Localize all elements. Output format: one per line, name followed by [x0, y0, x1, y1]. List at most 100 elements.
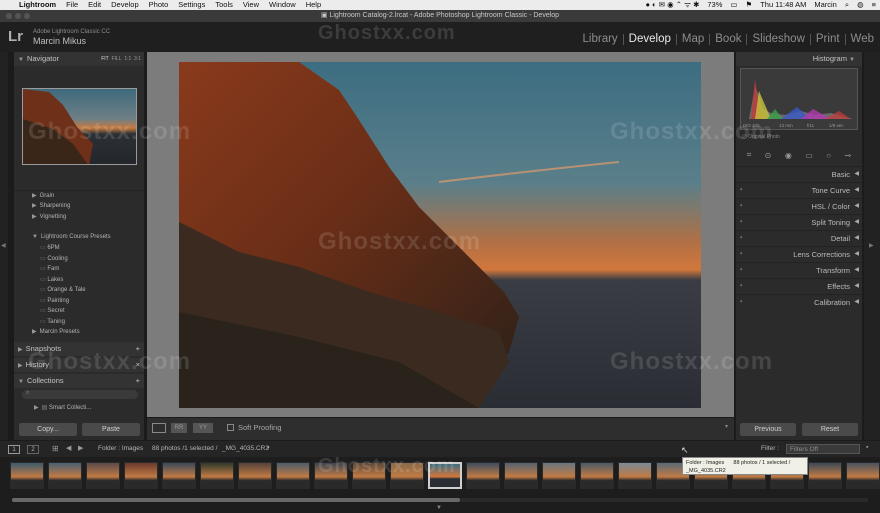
filter-dropdown[interactable]: Filters Off [786, 444, 860, 454]
module-book[interactable]: Book [710, 33, 748, 45]
preset-fam[interactable]: ▭ Fam [40, 265, 59, 272]
filmstrip-thumbnail[interactable] [10, 462, 44, 489]
preset-group-sharpening[interactable]: ▶ Sharpening [32, 202, 70, 209]
menu-window[interactable]: Window [264, 0, 301, 10]
filmstrip-thumbnail[interactable] [48, 462, 82, 489]
filmstrip-thumbnail[interactable] [238, 462, 272, 489]
crop-tool-icon[interactable]: ⌗ [747, 150, 752, 160]
module-web[interactable]: Web [846, 33, 874, 45]
preset-secret[interactable]: ▭ Secret [40, 307, 65, 314]
menu-settings[interactable]: Settings [173, 0, 210, 10]
filmstrip-thumbnail[interactable] [542, 462, 576, 489]
copy-settings-button[interactable]: Copy... [19, 423, 77, 436]
before-after-swap-icon[interactable]: YY [193, 423, 213, 433]
detail-panel-header[interactable]: ▪ Detail ◀ [736, 230, 862, 245]
panel-switch-icon[interactable]: ▪ [740, 263, 742, 278]
filmstrip-thumbnail[interactable] [86, 462, 120, 489]
zoom-3-1[interactable]: 3:1 [134, 56, 141, 62]
right-panel-toggle-icon[interactable]: ▶ [869, 242, 874, 249]
basic-panel-header[interactable]: Basic ◀ [736, 166, 862, 181]
reset-button[interactable]: Reset [802, 423, 858, 436]
filmstrip-thumbnail[interactable] [390, 462, 424, 489]
red-eye-icon[interactable]: ◉ [785, 151, 792, 160]
close-window-button[interactable] [6, 13, 12, 19]
battery-percent[interactable]: 73% [703, 0, 726, 10]
navigator-header[interactable]: ▼ Navigator FIT FILL 1:1 3:1 [14, 52, 144, 66]
calibration-panel-header[interactable]: ▪ Calibration ◀ [736, 294, 862, 309]
menu-help[interactable]: Help [301, 0, 326, 10]
histogram-header[interactable]: Histogram ▼ [736, 52, 862, 66]
hsl-color-panel-header[interactable]: ▪ HSL / Color ◀ [736, 198, 862, 213]
paste-settings-button[interactable]: Paste [82, 423, 140, 436]
preset-painting[interactable]: ▭ Painting [40, 297, 69, 304]
filmstrip-thumbnail[interactable] [504, 462, 538, 489]
menu-develop[interactable]: Develop [106, 0, 144, 10]
original-photo-checkbox[interactable]: ▢ Original Photo [742, 134, 780, 140]
filmstrip-scrollbar[interactable] [12, 498, 868, 502]
back-arrow-icon[interactable]: ◀ [66, 444, 71, 452]
menu-file[interactable]: File [61, 0, 83, 10]
menu-photo[interactable]: Photo [144, 0, 174, 10]
snapshots-header[interactable]: ▶ Snapshots + [14, 342, 144, 356]
add-collection-icon[interactable]: + [136, 374, 140, 388]
window-2-button[interactable]: 2 [27, 445, 39, 454]
menu-edit[interactable]: Edit [83, 0, 106, 10]
filmstrip-thumbnail[interactable] [124, 462, 158, 489]
preset-lakes[interactable]: ▭ Lakes [40, 276, 63, 283]
panel-switch-icon[interactable]: ▪ [740, 295, 742, 310]
filmstrip-thumbnail[interactable] [618, 462, 652, 489]
main-photo[interactable] [179, 62, 701, 408]
filmstrip-thumbnail[interactable] [428, 462, 462, 489]
filmstrip-thumbnail[interactable] [466, 462, 500, 489]
lens-corrections-panel-header[interactable]: ▪ Lens Corrections ◀ [736, 246, 862, 261]
filename-dropdown-icon[interactable]: ▾ [267, 445, 270, 451]
module-slideshow[interactable]: Slideshow [747, 33, 811, 45]
clear-history-icon[interactable]: × [136, 358, 140, 372]
loupe-view-icon[interactable] [152, 423, 166, 433]
zoom-fill[interactable]: FILL [112, 56, 122, 62]
flag-icon[interactable]: ⚑ [741, 0, 756, 10]
tone-curve-panel-header[interactable]: ▪ Tone Curve ◀ [736, 182, 862, 197]
filmstrip-thumbnail[interactable] [200, 462, 234, 489]
filmstrip-thumbnail[interactable] [580, 462, 614, 489]
filmstrip-scroll-thumb[interactable] [12, 498, 460, 502]
panel-switch-icon[interactable]: ▪ [740, 183, 742, 198]
module-print[interactable]: Print [811, 33, 846, 45]
status-icons[interactable]: ● ◐ ✉ ◉ ⌃ ᯤ ✱ [642, 0, 704, 10]
panel-switch-icon[interactable]: ▪ [740, 215, 742, 230]
zoom-window-button[interactable] [24, 13, 30, 19]
menu-tools[interactable]: Tools [210, 0, 238, 10]
split-toning-panel-header[interactable]: ▪ Split Toning ◀ [736, 214, 862, 229]
filmstrip-thumbnail[interactable] [162, 462, 196, 489]
collections-search-input[interactable]: ⌕ [22, 390, 138, 399]
module-map[interactable]: Map [677, 33, 711, 45]
filmstrip-thumbnail[interactable] [276, 462, 310, 489]
image-canvas[interactable] [147, 52, 734, 417]
menu-view[interactable]: View [238, 0, 264, 10]
collections-header[interactable]: ▼ Collections + [14, 374, 144, 388]
filmstrip-source[interactable]: Folder : Images [98, 445, 143, 452]
add-snapshot-icon[interactable]: + [136, 342, 140, 356]
filmstrip-thumbnail[interactable] [846, 462, 880, 489]
minimize-window-button[interactable] [15, 13, 21, 19]
preset-orange-tale[interactable]: ▭ Orange & Tale [40, 286, 86, 293]
panel-switch-icon[interactable]: ▪ [740, 247, 742, 262]
preset-6pm[interactable]: ▭ 6PM [40, 244, 60, 251]
histogram[interactable]: ISO 100 13 mm f/11 1/8 sec [740, 68, 858, 130]
filmstrip-filename[interactable]: _MG_4035.CR2 [222, 445, 269, 452]
preset-group-vignetting[interactable]: ▶ Vignetting [32, 213, 66, 220]
toolbar-menu-icon[interactable]: ▾ [725, 423, 728, 430]
soft-proofing-checkbox[interactable] [227, 424, 234, 431]
module-develop[interactable]: Develop [624, 33, 677, 45]
bottom-panel-toggle-icon[interactable]: ▼ [436, 505, 442, 511]
filmstrip-thumbnail[interactable] [314, 462, 348, 489]
siri-icon[interactable]: ◍ [853, 0, 868, 10]
search-icon[interactable]: ⌕ [841, 0, 853, 10]
spot-removal-icon[interactable]: ⊙ [765, 151, 772, 160]
grid-view-icon[interactable]: ⊞ [52, 444, 59, 453]
panel-switch-icon[interactable]: ▪ [740, 231, 742, 246]
user-name[interactable]: Marcin [810, 0, 841, 10]
list-icon[interactable]: ≡ [868, 0, 880, 10]
module-library[interactable]: Library [578, 33, 624, 45]
preset-group-grain[interactable]: ▶ Grain [32, 192, 54, 199]
